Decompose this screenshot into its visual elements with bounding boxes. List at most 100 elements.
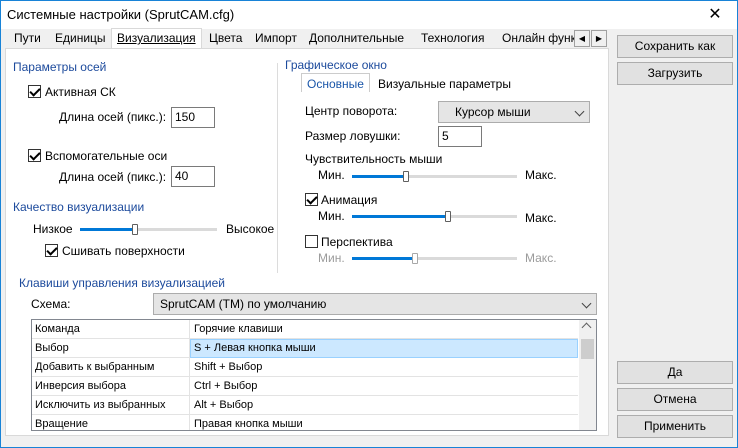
row-command: Инверсия выбора <box>35 380 126 392</box>
trap-size-input[interactable]: 5 <box>438 126 482 147</box>
trap-size-label: Размер ловушки: <box>305 129 401 143</box>
tab-import[interactable]: Импорт <box>250 29 302 49</box>
stitch-surfaces-label: Сшивать поверхности <box>62 244 185 258</box>
window-title: Системные настройки (SprutCAM.cfg) <box>7 7 235 22</box>
axis-length-input-2[interactable]: 40 <box>171 166 215 187</box>
row-command: Исключить из выбранных <box>35 399 166 411</box>
tab-technology[interactable]: Технология <box>416 29 490 49</box>
column-divider <box>189 339 190 358</box>
column-divider <box>189 358 190 377</box>
animation-slider-track[interactable] <box>352 215 517 218</box>
column-divider <box>189 415 190 430</box>
scheme-label: Схема: <box>31 297 71 311</box>
row-command: Выбор <box>35 342 69 354</box>
graphics-group-title: Графическое окно <box>285 58 387 72</box>
perspective-label: Перспектива <box>321 235 393 249</box>
save-as-button[interactable]: Сохранить как <box>617 35 733 58</box>
cancel-button[interactable]: Отмена <box>617 388 733 411</box>
ok-button[interactable]: Да <box>617 361 733 384</box>
row-command: Добавить к выбранным <box>35 361 155 373</box>
scheme-select[interactable]: SprutCAM (TM) по умолчанию <box>153 293 597 315</box>
quality-slider-rest <box>134 228 217 231</box>
quality-slider-thumb[interactable] <box>131 224 138 235</box>
perspective-min-label: Мин. <box>318 251 345 265</box>
axes-group-title: Параметры осей <box>13 60 107 74</box>
settings-tabs: Пути Единицы Визуализация Цвета Импорт Д… <box>5 28 609 50</box>
tab-scroll-right-icon[interactable]: ▶ <box>591 30 607 47</box>
group-separator <box>277 63 278 273</box>
row-command: Вращение <box>35 418 88 430</box>
pivot-select[interactable]: Курсор мыши <box>438 101 590 123</box>
column-divider <box>189 377 190 396</box>
active-cs-checkbox[interactable] <box>28 85 41 98</box>
load-button[interactable]: Загрузить <box>617 62 733 85</box>
animation-slider-rest <box>447 215 517 218</box>
stitch-surfaces-checkbox[interactable] <box>45 244 58 257</box>
pivot-label: Центр поворота: <box>305 104 398 118</box>
row-hotkeys[interactable]: Ctrl + Выбор <box>194 380 257 392</box>
tab-colors[interactable]: Цвета <box>204 29 247 49</box>
header-hotkeys: Горячие клавиши <box>194 323 283 335</box>
header-command: Команда <box>35 323 80 335</box>
chevron-up-icon[interactable] <box>581 322 592 333</box>
table-scrollbar[interactable] <box>579 320 596 430</box>
hotkeys-table: Команда Горячие клавиши Выбор S + Левая … <box>31 319 597 431</box>
tab-paths[interactable]: Пути <box>9 29 46 49</box>
sensitivity-max-label: Макс. <box>525 168 557 182</box>
quality-slider-track[interactable] <box>80 228 217 231</box>
apply-button[interactable]: Применить <box>617 415 733 438</box>
animation-checkbox[interactable] <box>305 193 318 206</box>
table-row[interactable]: Исключить из выбранных Alt + Выбор <box>32 396 578 415</box>
axis-length-label-2: Длина осей (пикс.): <box>59 170 167 184</box>
column-divider <box>189 396 190 415</box>
quality-low-label: Низкое <box>33 222 73 236</box>
sensitivity-label: Чувствительность мыши <box>305 152 443 166</box>
perspective-slider-thumb[interactable] <box>411 253 418 264</box>
aux-axes-checkbox[interactable] <box>28 149 41 162</box>
pivot-select-value: Курсор мыши <box>455 105 531 119</box>
animation-label: Анимация <box>321 193 378 207</box>
animation-min-label: Мин. <box>318 209 345 223</box>
perspective-slider-track[interactable] <box>352 257 517 260</box>
subtab-basic[interactable]: Основные <box>301 73 370 92</box>
perspective-checkbox[interactable] <box>305 235 318 248</box>
scheme-select-value: SprutCAM (TM) по умолчанию <box>160 297 327 311</box>
axis-length-label-1: Длина осей (пикс.): <box>59 110 167 124</box>
close-icon[interactable]: ✕ <box>693 1 737 29</box>
animation-max-label: Макс. <box>525 211 557 225</box>
tab-units[interactable]: Единицы <box>50 29 111 49</box>
keys-group-title: Клавиши управления визуализацией <box>19 276 226 290</box>
sensitivity-slider-thumb[interactable] <box>403 171 410 182</box>
table-row[interactable]: Добавить к выбранным Shift + Выбор <box>32 358 578 377</box>
table-row[interactable]: Вращение Правая кнопка мыши <box>32 415 578 430</box>
quality-group-title: Качество визуализации <box>13 200 145 214</box>
axis-length-input-1[interactable]: 150 <box>171 107 215 128</box>
column-divider <box>189 320 190 339</box>
perspective-slider-rest <box>414 257 517 260</box>
perspective-max-label: Макс. <box>525 251 557 265</box>
sensitivity-slider-track[interactable] <box>352 175 517 178</box>
aux-axes-label: Вспомогательные оси <box>45 149 168 163</box>
quality-high-label: Высокое <box>226 222 275 236</box>
sensitivity-min-label: Мин. <box>318 168 345 182</box>
chevron-down-icon <box>574 106 585 117</box>
row-hotkeys[interactable]: S + Левая кнопка мыши <box>194 342 316 354</box>
chevron-down-icon <box>581 298 592 309</box>
tab-scroll-left-icon[interactable]: ◀ <box>574 30 590 47</box>
table-header: Команда Горячие клавиши <box>32 320 578 339</box>
tab-advanced[interactable]: Дополнительные <box>304 29 409 49</box>
title-bar: Системные настройки (SprutCAM.cfg) ✕ <box>1 1 737 29</box>
tab-visualization[interactable]: Визуализация <box>111 28 202 50</box>
active-cs-label: Активная СК <box>45 85 116 99</box>
row-hotkeys[interactable]: Alt + Выбор <box>194 399 253 411</box>
scrollbar-thumb[interactable] <box>581 339 594 359</box>
row-hotkeys[interactable]: Правая кнопка мыши <box>194 418 303 430</box>
settings-window: Системные настройки (SprutCAM.cfg) ✕ Пут… <box>0 0 738 448</box>
table-row[interactable]: Выбор S + Левая кнопка мыши <box>32 339 578 358</box>
subtab-visual-params[interactable]: Визуальные параметры <box>378 77 511 91</box>
table-row[interactable]: Инверсия выбора Ctrl + Выбор <box>32 377 578 396</box>
row-hotkeys[interactable]: Shift + Выбор <box>194 361 262 373</box>
tab-online[interactable]: Онлайн функ <box>497 29 581 49</box>
animation-slider-thumb[interactable] <box>444 211 451 222</box>
sensitivity-slider-rest <box>406 175 517 178</box>
